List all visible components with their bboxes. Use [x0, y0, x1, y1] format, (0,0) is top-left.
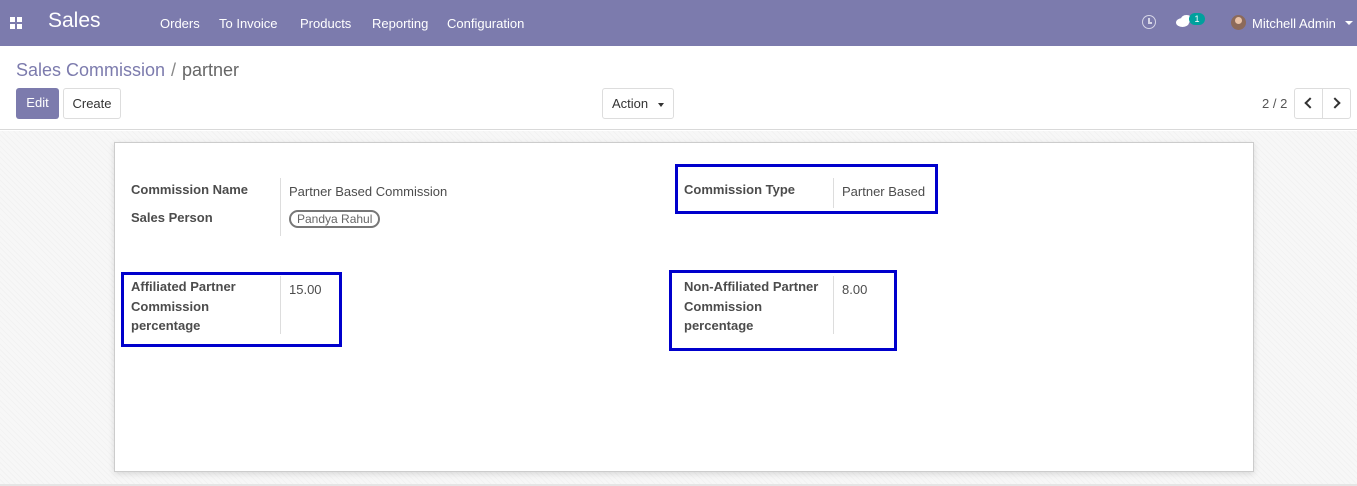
- field-divider: [280, 178, 281, 236]
- menu-configuration[interactable]: Configuration: [447, 16, 524, 31]
- create-button[interactable]: Create: [63, 88, 121, 119]
- apps-grid-icon[interactable]: [10, 17, 23, 30]
- form-view: Commission Name Partner Based Commission…: [0, 131, 1357, 486]
- chevron-down-icon[interactable]: [1345, 21, 1353, 25]
- pager-next-button[interactable]: [1322, 88, 1351, 119]
- edit-button[interactable]: Edit: [16, 88, 59, 119]
- commission-name-label: Commission Name: [131, 182, 249, 197]
- caret-down-icon: [658, 103, 664, 107]
- breadcrumb-root[interactable]: Sales Commission: [16, 60, 165, 81]
- menu-orders[interactable]: Orders: [160, 16, 200, 31]
- highlight-box: [669, 270, 897, 351]
- breadcrumb-current: partner: [182, 60, 240, 80]
- clock-icon[interactable]: [1142, 15, 1156, 29]
- control-panel: Sales Commission / partner Edit Create A…: [0, 46, 1357, 130]
- breadcrumb-separator: /: [171, 60, 177, 80]
- menu-products[interactable]: Products: [300, 16, 351, 31]
- top-navbar: Sales Orders To Invoice Products Reporti…: [0, 0, 1357, 46]
- action-dropdown[interactable]: Action: [602, 88, 674, 119]
- avatar[interactable]: [1231, 15, 1246, 30]
- chevron-right-icon: [1329, 97, 1341, 109]
- menu-reporting[interactable]: Reporting: [372, 16, 428, 31]
- sales-person-label: Sales Person: [131, 210, 213, 225]
- pager-previous-button[interactable]: [1294, 88, 1323, 119]
- chevron-left-icon: [1304, 97, 1316, 109]
- highlight-box: [675, 164, 938, 214]
- user-menu[interactable]: Mitchell Admin: [1252, 16, 1336, 31]
- commission-name-value: Partner Based Commission: [289, 184, 448, 199]
- app-name: Sales: [48, 9, 101, 32]
- form-sheet: Commission Name Partner Based Commission…: [114, 142, 1254, 472]
- highlight-box: [121, 272, 342, 347]
- sales-person-tag[interactable]: Pandya Rahul: [289, 210, 381, 228]
- action-label: Action: [612, 96, 649, 111]
- messages-badge: 1: [1189, 13, 1205, 25]
- pager-value[interactable]: 2 / 2: [1262, 96, 1287, 111]
- menu-to-invoice[interactable]: To Invoice: [219, 16, 278, 31]
